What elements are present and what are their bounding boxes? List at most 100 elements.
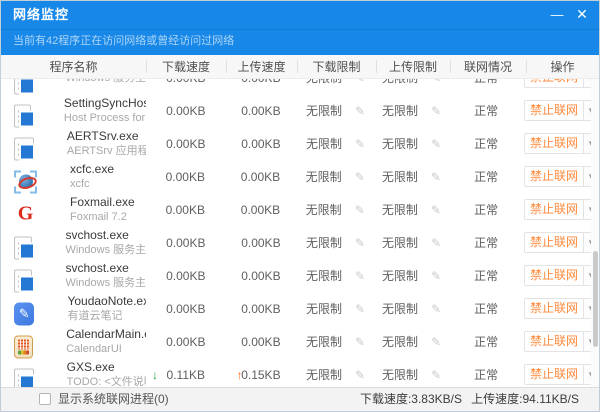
network-status-value: 正常 [474,267,498,284]
download-speed-cell: 0.00KB [146,94,226,127]
process-description: Windows 服务主进程 [65,243,146,257]
action-cell: 禁止联网 ▾ [524,358,599,387]
download-speed-cell: 0.00KB [146,292,226,325]
show-system-processes-label[interactable]: 显示系统联网进程(0) [58,388,169,410]
close-icon[interactable]: ✕ [570,1,594,29]
network-status-cell: 正常 [448,193,524,226]
download-speed-cell: 0.00KB [146,127,226,160]
block-network-button[interactable]: 禁止联网 ▾ [524,265,599,286]
block-network-button-label: 禁止联网 [525,79,583,87]
edit-upload-limit-icon[interactable]: ✎ [431,369,441,381]
upload-speed-value: 0.00KB [241,236,280,250]
column-header-upload-limit: 上传限制 [376,55,450,78]
app-icon [14,269,32,292]
table-row: xcfc.exe xcfc 0.00KB 0.00KB 无限制 ✎ 无限制 ✎ … [1,160,599,193]
edit-upload-limit-icon[interactable]: ✎ [431,270,441,282]
program-cell: CalendarMain.exe CalendarUI [1,325,146,358]
download-speed-value: 0.00KB [166,335,205,349]
download-limit-value: 无限制 [306,135,342,152]
upload-limit-value: 无限制 [382,201,418,218]
upload-limit-cell: 无限制 ✎ [375,292,449,325]
block-network-button-label: 禁止联网 [525,134,583,153]
download-limit-cell: 无限制 ✎ [296,292,375,325]
block-network-button[interactable]: 禁止联网 ▾ [524,133,599,154]
edit-download-limit-icon[interactable]: ✎ [355,369,365,381]
edit-download-limit-icon[interactable]: ✎ [355,171,365,183]
scrollbar-track[interactable] [591,79,599,387]
edit-upload-limit-icon[interactable]: ✎ [431,138,441,150]
block-network-button[interactable]: 禁止联网 ▾ [524,364,599,385]
column-header-upload-speed: 上传速度 [226,55,297,78]
upload-speed-cell: 0.00KB [225,160,296,193]
program-cell: svchost.exe Windows 服务主进程 [1,226,146,259]
block-network-button[interactable]: 禁止联网 ▾ [524,298,599,319]
network-status-value: 正常 [474,300,498,317]
block-network-button[interactable]: 禁止联网 ▾ [524,166,599,187]
block-network-button[interactable]: 禁止联网 ▾ [524,199,599,220]
scrollbar-thumb[interactable] [593,251,598,347]
upload-limit-cell: 无限制 ✎ [375,226,449,259]
edit-download-limit-icon[interactable]: ✎ [355,79,365,84]
download-limit-cell: 无限制 ✎ [296,325,375,358]
column-header-download-speed: 下载速度 [146,55,226,78]
download-speed-value: 0.00KB [166,236,205,250]
edit-download-limit-icon[interactable]: ✎ [355,237,365,249]
network-status-value: 正常 [474,102,498,119]
program-names: YoudaoNote.exe 有道云笔记 [67,294,146,323]
download-limit-cell: 无限制 ✎ [296,94,375,127]
edit-download-limit-icon[interactable]: ✎ [355,336,365,348]
table-row: AERTSrv.exe AERTSrv 应用程序 0.00KB 0.00KB 无… [1,127,599,160]
block-network-button[interactable]: 禁止联网 ▾ [524,232,599,253]
network-status-value: 正常 [474,234,498,251]
edit-download-limit-icon[interactable]: ✎ [355,204,365,216]
table-row: SettingSyncHost.exe Host Process for Set… [1,94,599,127]
network-status-cell: 正常 [448,259,524,292]
upload-speed-cell: 0.00KB [226,127,297,160]
block-network-button[interactable]: 禁止联网 ▾ [524,100,599,121]
action-cell: 禁止联网 ▾ [524,79,599,94]
block-network-button[interactable]: 禁止联网 ▾ [524,79,599,88]
upload-speed-cell: 0.00KB [226,226,297,259]
edit-download-limit-icon[interactable]: ✎ [355,138,365,150]
edit-upload-limit-icon[interactable]: ✎ [431,171,441,183]
block-network-button-label: 禁止联网 [525,200,583,219]
action-cell: 禁止联网 ▾ [524,226,599,259]
edit-upload-limit-icon[interactable]: ✎ [431,237,441,249]
network-status-cell: 正常 [448,226,524,259]
download-speed-value: 0.00KB [166,302,205,316]
upload-limit-value: 无限制 [382,102,418,119]
upload-limit-cell: 无限制 ✎ [375,259,449,292]
program-names: xcfc.exe xcfc [70,162,114,191]
download-speed-value: 0.00KB [166,79,205,85]
network-status-value: 正常 [474,366,498,383]
download-limit-cell: 无限制 ✎ [296,193,375,226]
edit-download-limit-icon[interactable]: ✎ [355,105,365,117]
table-row: Windows 服务主进程 0.00KB 0.00KB 无限制 ✎ 无限制 ✎ … [1,79,599,94]
edit-download-limit-icon[interactable]: ✎ [355,270,365,282]
upload-speed-value: 0.00KB [241,203,280,217]
edit-download-limit-icon[interactable]: ✎ [355,303,365,315]
edit-upload-limit-icon[interactable]: ✎ [431,79,441,84]
process-name: YoudaoNote.exe [67,294,146,309]
edit-upload-limit-icon[interactable]: ✎ [431,204,441,216]
network-monitor-window: 网络监控 — ✕ 当前有42程序正在访问网络或曾经访问过网络 程序名称 下载速度… [0,0,600,412]
upload-speed-value: 0.00KB [241,137,280,151]
upload-speed-value: 0.00KB [241,170,280,184]
show-system-processes-checkbox[interactable] [39,393,51,405]
table-row: YoudaoNote.exe 有道云笔记 0.00KB 0.00KB 无限制 ✎… [1,292,599,325]
edit-upload-limit-icon[interactable]: ✎ [431,105,441,117]
upload-limit-value: 无限制 [382,168,418,185]
edit-upload-limit-icon[interactable]: ✎ [431,303,441,315]
block-network-button[interactable]: 禁止联网 ▾ [524,331,599,352]
column-header-download-limit: 下载限制 [297,55,376,78]
process-name: svchost.exe [65,228,146,243]
download-speed-value: 0.11KB [167,368,205,382]
action-cell: 禁止联网 ▾ [524,259,599,292]
upload-speed-value: 0.00KB [241,79,280,85]
program-cell: AERTSrv.exe AERTSrv 应用程序 [1,127,146,160]
edit-upload-limit-icon[interactable]: ✎ [431,336,441,348]
program-names: svchost.exe Windows 服务主进程 [65,261,146,290]
upload-limit-cell: 无限制 ✎ [375,193,449,226]
minimize-icon[interactable]: — [545,1,569,29]
download-limit-value: 无限制 [306,267,342,284]
